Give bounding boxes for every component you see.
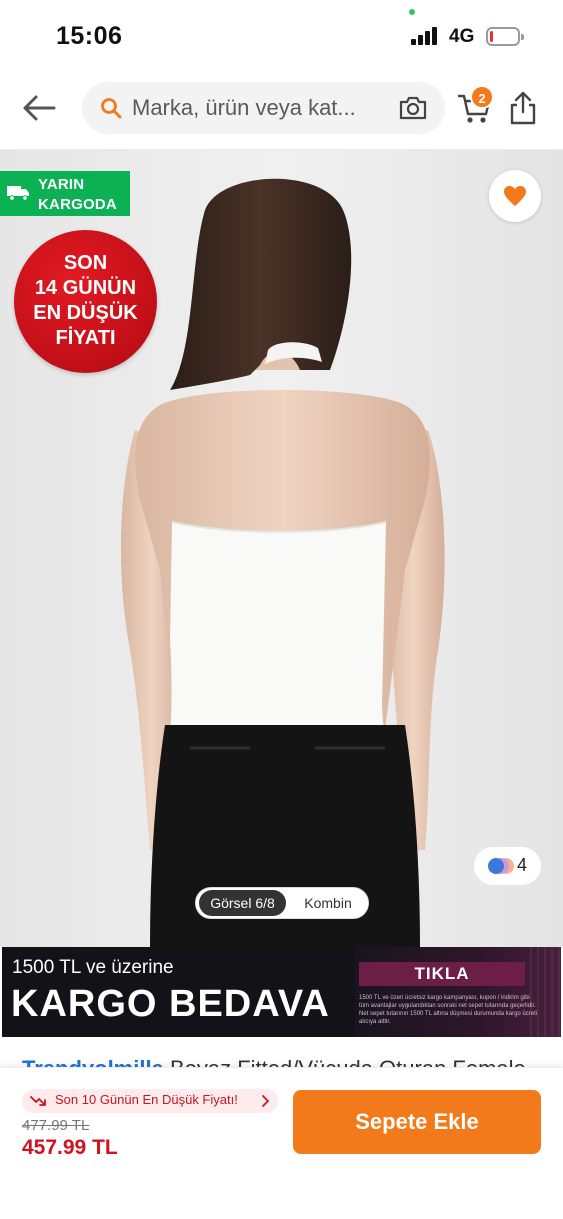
privacy-indicator-dot <box>409 9 415 15</box>
share-icon <box>510 91 536 125</box>
signal-strength-icon <box>411 27 441 45</box>
promo-headline: KARGO BEDAVA <box>11 983 330 1025</box>
seal-line2: 14 GÜNÜN <box>34 277 137 299</box>
tab-combine[interactable]: Kombin <box>290 890 366 916</box>
search-input[interactable] <box>132 90 394 126</box>
lowest-price-label: Son 10 Günün En Düşük Fiyatı! <box>55 1092 238 1107</box>
promo-cta-button[interactable]: TIKLA <box>359 962 525 986</box>
lowest-price-seal: SON 14 GÜNÜN EN DÜŞÜK FİYATI <box>14 230 157 373</box>
cargo-badge: YARIN KARGODA <box>0 171 130 216</box>
bottom-purchase-bar: Son 10 Günün En Düşük Fiyatı! 477.99 TL … <box>0 1067 563 1219</box>
image-view-tabs: Görsel 6/8 Kombin <box>195 887 369 919</box>
product-image-gallery[interactable]: YARIN KARGODA SON 14 GÜNÜN EN DÜŞÜK FİYA… <box>0 150 563 947</box>
search-icon <box>101 98 122 119</box>
chevron-right-icon <box>262 1095 269 1107</box>
color-swatches-icon <box>488 858 514 874</box>
product-title: Trendyolmilla Beyaz Fitted/Vücuda Oturan… <box>22 1054 542 1068</box>
camera-icon[interactable] <box>398 95 428 121</box>
heart-icon <box>504 186 526 206</box>
seal-line1: SON <box>63 252 108 274</box>
trend-down-icon <box>30 1096 46 1106</box>
color-options-button[interactable]: 4 <box>474 847 541 885</box>
promo-cta-panel: TIKLA 1500 TL ve üzeri ücretsiz kargo ka… <box>355 947 561 1037</box>
search-bar[interactable] <box>82 82 445 134</box>
seal-line4: FİYATI <box>55 327 116 349</box>
favorite-button[interactable] <box>489 170 541 222</box>
battery-level-fill <box>490 31 493 42</box>
cargo-badge-line2: KARGODA <box>38 196 117 213</box>
promo-disclaimer: 1500 TL ve üzeri ücretsiz kargo kampanya… <box>359 995 538 1025</box>
arrow-left-icon <box>23 95 56 121</box>
seal-line3: EN DÜŞÜK <box>33 302 138 324</box>
add-to-cart-button[interactable]: Sepete Ekle <box>293 1090 541 1154</box>
free-shipping-banner[interactable]: 1500 TL ve üzerine KARGO BEDAVA TIKLA 15… <box>2 947 561 1037</box>
top-navigation-bar: 2 <box>0 74 563 150</box>
battery-icon <box>486 27 524 46</box>
status-bar: 15:06 4G <box>0 0 563 74</box>
cargo-badge-line1: YARIN <box>38 176 85 193</box>
cart-count-badge: 2 <box>470 85 494 109</box>
share-button[interactable] <box>508 90 538 126</box>
back-button[interactable] <box>20 91 58 125</box>
current-price: 457.99 TL <box>22 1136 118 1159</box>
network-type: 4G <box>449 26 475 47</box>
lowest-price-info-pill[interactable]: Son 10 Günün En Düşük Fiyatı! <box>22 1089 278 1113</box>
color-options-count: 4 <box>517 855 528 875</box>
old-price: 477.99 TL <box>22 1117 90 1134</box>
tab-gallery[interactable]: Görsel 6/8 <box>199 890 286 916</box>
status-time: 15:06 <box>56 22 123 50</box>
promo-threshold-text: 1500 TL ve üzerine <box>12 957 174 978</box>
truck-icon <box>7 186 29 201</box>
